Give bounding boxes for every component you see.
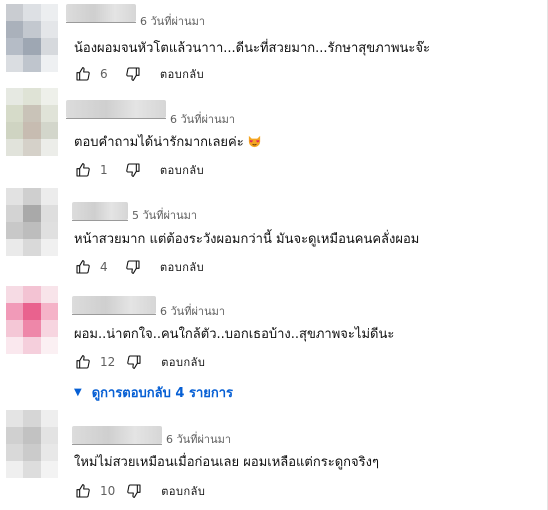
- heart-eyes-cat-emoji: [248, 135, 260, 148]
- like-count: 10: [100, 484, 116, 498]
- comment-time[interactable]: 5 วันที่ผ่านมา: [132, 206, 197, 224]
- like-count: 12: [100, 355, 116, 369]
- view-replies-button[interactable]: ▼ ดูการตอบกลับ 4 รายการ: [74, 382, 233, 403]
- avatar[interactable]: [6, 88, 58, 156]
- avatar[interactable]: [6, 286, 58, 354]
- comment-actions: 12 ตอบกลับ: [74, 352, 205, 372]
- comment-time[interactable]: 6 วันที่ผ่านมา: [170, 110, 235, 128]
- thumb-down-icon[interactable]: [124, 65, 142, 83]
- thumb-up-icon[interactable]: [74, 161, 92, 179]
- author-name[interactable]: [72, 202, 128, 221]
- thumb-down-icon[interactable]: [124, 161, 142, 179]
- reply-button[interactable]: ตอบกลับ: [160, 258, 204, 276]
- comment-time[interactable]: 6 วันที่ผ่านมา: [140, 12, 205, 30]
- reply-button[interactable]: ตอบกลับ: [160, 161, 204, 179]
- thumb-down-icon[interactable]: [125, 353, 143, 371]
- comment-text: ใหม่ไม่สวยเหมือนเมื่อก่อนเลย ผอมเหลือแต่…: [74, 455, 379, 470]
- reply-button[interactable]: ตอบกลับ: [161, 482, 205, 500]
- comment-actions: 1 ตอบกลับ: [74, 160, 204, 180]
- comment-text: หน้าสวยมาก แต่ต้องระวังผอมกว่านี้ มันจะด…: [74, 232, 420, 247]
- author-name[interactable]: [72, 426, 162, 445]
- avatar[interactable]: [6, 188, 58, 256]
- reply-button[interactable]: ตอบกลับ: [160, 65, 204, 83]
- thumb-up-icon[interactable]: [74, 353, 92, 371]
- comment-text: น้องผอมจนหัวโตแล้วนาาา...ดีนะที่สวยมาก..…: [74, 41, 430, 56]
- thumb-down-icon[interactable]: [125, 482, 143, 500]
- like-count: 6: [100, 67, 108, 81]
- author-name[interactable]: [72, 296, 156, 315]
- comment-actions: 4 ตอบกลับ: [74, 257, 204, 277]
- comment-time[interactable]: 6 วันที่ผ่านมา: [166, 430, 231, 448]
- comment-actions: 10 ตอบกลับ: [74, 481, 205, 501]
- comment-actions: 6 ตอบกลับ: [74, 64, 204, 84]
- avatar[interactable]: [6, 4, 58, 72]
- comment-text: ตอบคำถามได้น่ารักมากเลยค่ะ: [74, 131, 262, 152]
- thumb-up-icon[interactable]: [74, 65, 92, 83]
- reply-button[interactable]: ตอบกลับ: [161, 353, 205, 371]
- avatar[interactable]: [6, 410, 58, 478]
- like-count: 1: [100, 163, 108, 177]
- chevron-down-icon: ▼: [74, 387, 82, 398]
- thumb-up-icon[interactable]: [74, 482, 92, 500]
- comment-time[interactable]: 6 วันที่ผ่านมา: [160, 302, 225, 320]
- like-count: 4: [100, 260, 108, 274]
- view-replies-label: ดูการตอบกลับ 4 รายการ: [91, 386, 234, 401]
- comment-text: ผอม..น่าตกใจ..คนใกล้ตัว..บอกเธอบ้าง..สุข…: [74, 327, 395, 342]
- comment-text-content: ตอบคำถามได้น่ารักมากเลยค่ะ: [74, 135, 244, 150]
- thumb-up-icon[interactable]: [74, 258, 92, 276]
- author-name[interactable]: [66, 100, 166, 119]
- author-name[interactable]: [66, 4, 136, 23]
- thumb-down-icon[interactable]: [124, 258, 142, 276]
